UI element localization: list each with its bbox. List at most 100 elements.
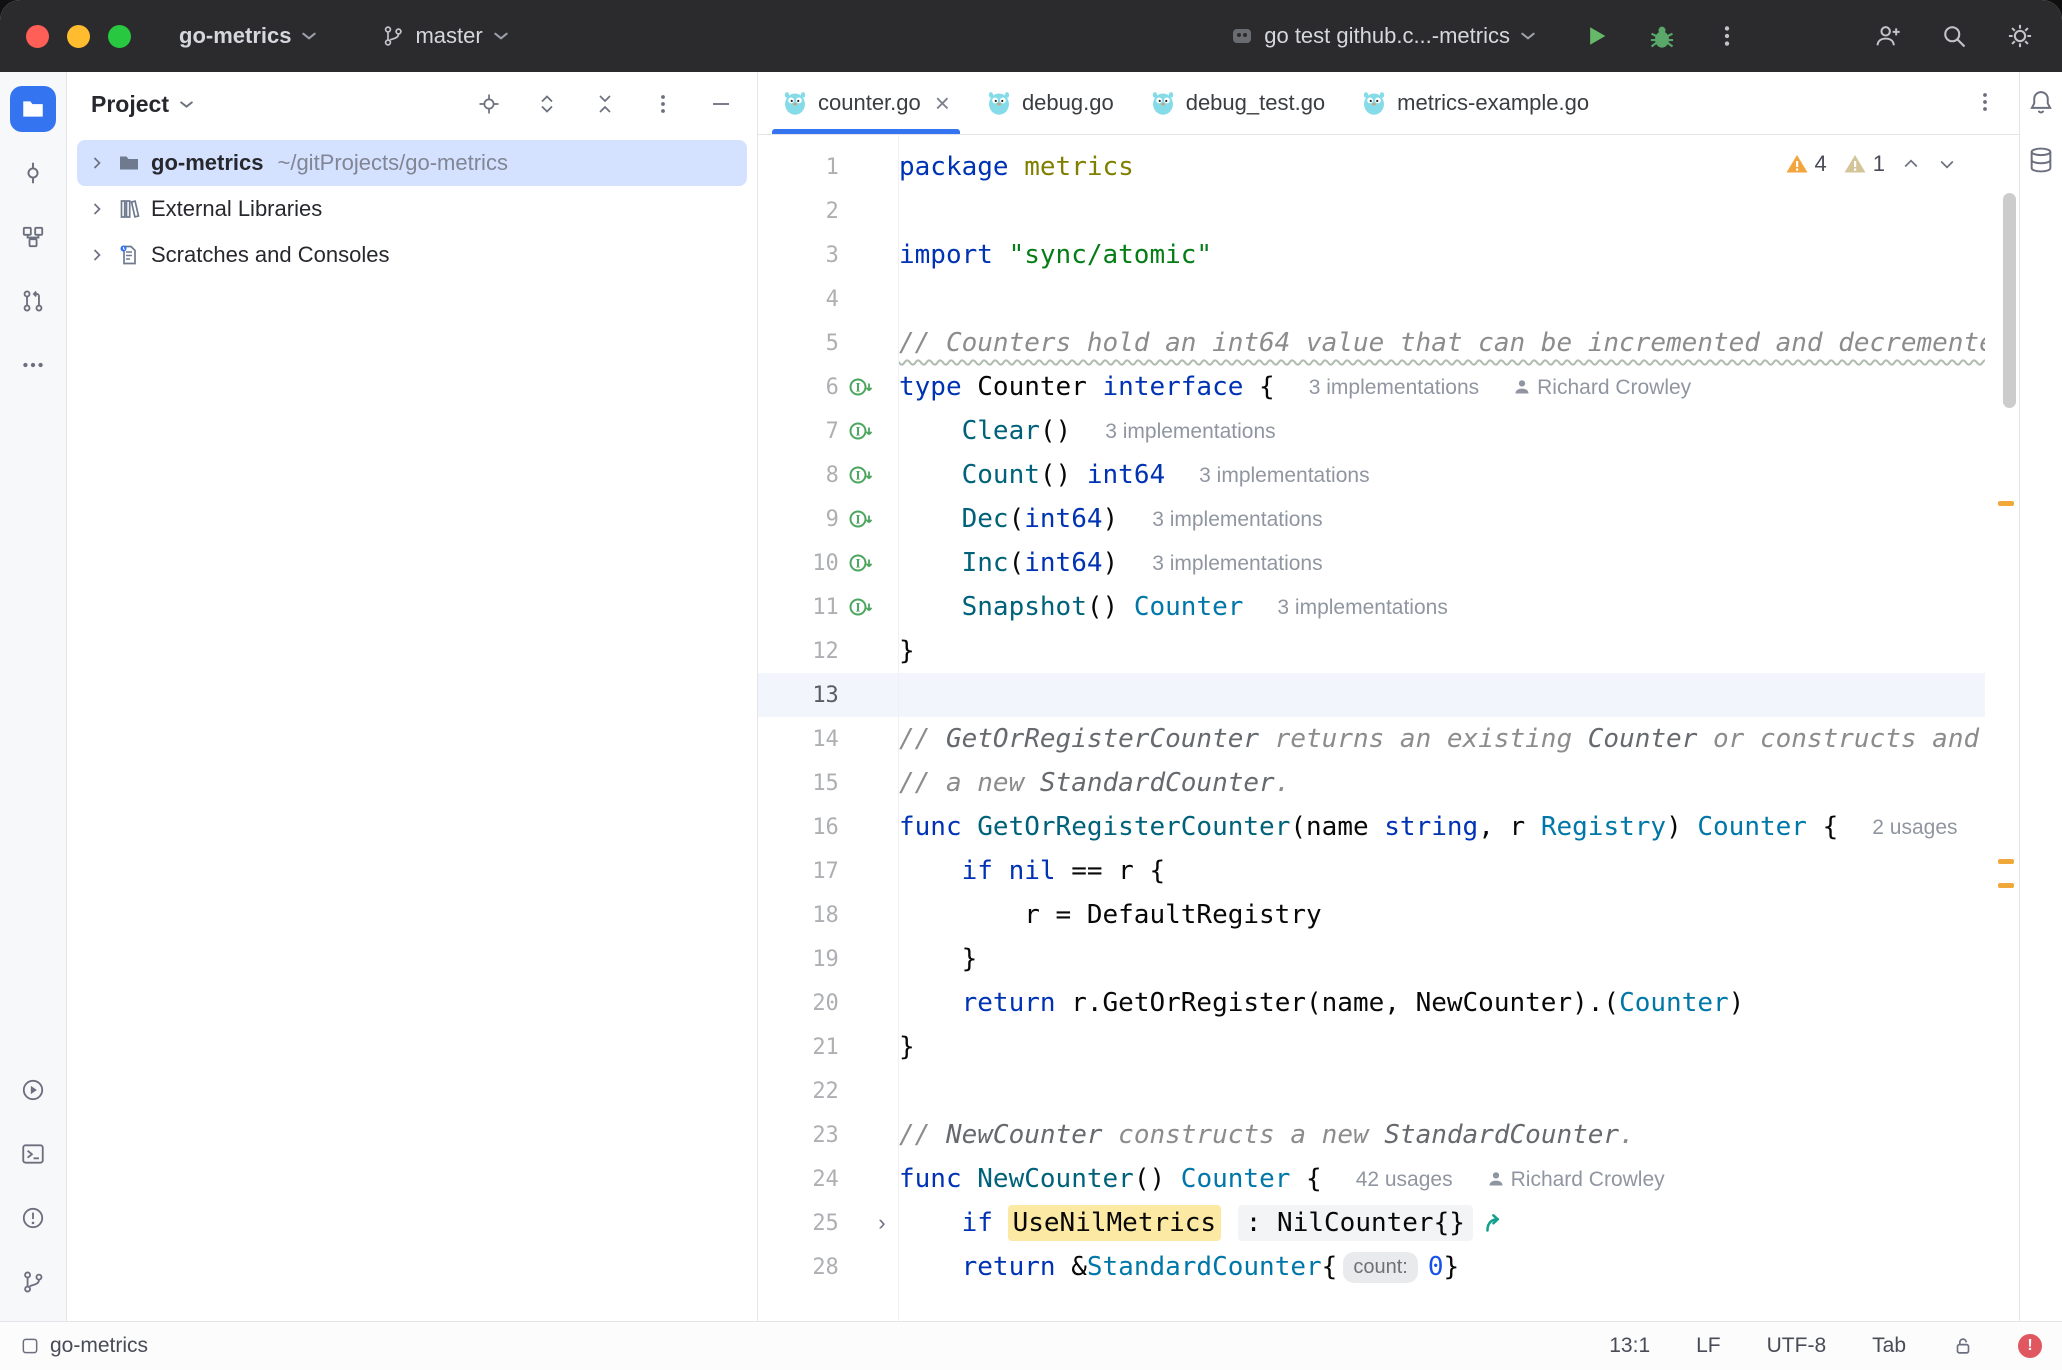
code-line[interactable]: Snapshot() Counter3 implementations — [899, 585, 1985, 629]
implementations-inlay-hint[interactable]: 3 implementations — [1309, 376, 1479, 399]
line-number[interactable]: 25 — [758, 1211, 843, 1236]
line-number[interactable]: 14 — [758, 727, 843, 752]
line-number[interactable]: 15 — [758, 771, 843, 796]
expand-all-button[interactable] — [531, 88, 563, 120]
status-project-widget[interactable]: go-metrics — [20, 1334, 148, 1358]
settings-button[interactable] — [2000, 16, 2040, 56]
code-line[interactable]: Inc(int64)3 implementations — [899, 541, 1985, 585]
line-number[interactable]: 5 — [758, 331, 843, 356]
line-number[interactable]: 3 — [758, 243, 843, 268]
close-tab-icon[interactable]: × — [935, 90, 950, 116]
tree-item-external-libraries[interactable]: External Libraries — [77, 186, 747, 232]
line-number[interactable]: 21 — [758, 1035, 843, 1060]
chevron-right-icon[interactable] — [87, 199, 107, 219]
code-area[interactable]: package metricsimport "sync/atomic"// Co… — [899, 135, 1985, 1321]
line-number[interactable]: 18 — [758, 903, 843, 928]
code-line[interactable]: // Counters hold an int64 value that can… — [899, 321, 1985, 365]
tab-counter-go[interactable]: counter.go × — [764, 72, 968, 134]
tab-debug-go[interactable]: debug.go — [968, 72, 1132, 134]
author-inlay-hint[interactable]: Richard Crowley — [1487, 1168, 1665, 1191]
tab-metrics-example-go[interactable]: metrics-example.go — [1343, 72, 1607, 134]
line-number[interactable]: 4 — [758, 287, 843, 312]
line-number[interactable]: 22 — [758, 1079, 843, 1104]
code-line[interactable]: r = DefaultRegistry — [899, 893, 1985, 937]
toolwindow-project-button[interactable] — [10, 86, 56, 132]
implementations-gutter-icon[interactable]: I — [843, 506, 878, 532]
indent-widget[interactable]: Tab — [1870, 1330, 1908, 1362]
code-line[interactable]: } — [899, 937, 1985, 981]
code-line[interactable]: } — [899, 1025, 1985, 1069]
code-with-me-button[interactable] — [1868, 16, 1908, 56]
select-opened-file-button[interactable] — [473, 88, 505, 120]
search-everywhere-button[interactable] — [1934, 16, 1974, 56]
line-number[interactable]: 13 — [758, 683, 843, 708]
project-panel-title[interactable]: Project — [91, 91, 169, 118]
code-line[interactable]: Count() int643 implementations — [899, 453, 1985, 497]
toolwindow-pull-requests-button[interactable] — [10, 278, 56, 324]
line-separator-widget[interactable]: LF — [1694, 1330, 1723, 1362]
notifications-button[interactable] — [2025, 86, 2057, 118]
usages-inlay-hint[interactable]: 2 usages — [1872, 816, 1957, 839]
line-number[interactable]: 16 — [758, 815, 843, 840]
fold-chevron-icon[interactable]: › — [878, 1212, 898, 1234]
previous-problem-icon[interactable] — [1901, 154, 1921, 174]
line-number[interactable]: 12 — [758, 639, 843, 664]
implementations-gutter-icon[interactable]: I — [843, 550, 878, 576]
more-actions-button[interactable] — [1708, 17, 1746, 55]
toolwindow-run-button[interactable] — [10, 1067, 56, 1113]
implementations-inlay-hint[interactable]: 3 implementations — [1152, 508, 1322, 531]
code-line[interactable] — [899, 189, 1985, 233]
debug-button[interactable] — [1642, 16, 1682, 56]
minimize-window-button[interactable] — [67, 25, 90, 48]
warning-stripe-mark[interactable] — [1998, 859, 2014, 864]
implementations-gutter-icon[interactable]: I — [843, 418, 878, 444]
line-number[interactable]: 11 — [758, 595, 843, 620]
weak-warnings-count[interactable]: 1 — [1843, 151, 1885, 177]
error-stripe[interactable] — [1985, 135, 2019, 1321]
code-line[interactable]: import "sync/atomic" — [899, 233, 1985, 277]
toolwindow-problems-button[interactable] — [10, 1195, 56, 1241]
usages-inlay-hint[interactable]: 42 usages — [1356, 1168, 1453, 1191]
tab-debug-test-go[interactable]: debug_test.go — [1132, 72, 1343, 134]
implementations-inlay-hint[interactable]: 3 implementations — [1105, 420, 1275, 443]
project-widget[interactable]: go-metrics — [165, 13, 331, 59]
code-line[interactable]: type Counter interface {3 implementation… — [899, 365, 1985, 409]
line-number[interactable]: 9 — [758, 507, 843, 532]
inspections-widget[interactable]: 4 1 — [1775, 147, 1968, 181]
code-line[interactable]: func NewCounter() Counter {42 usagesRich… — [899, 1157, 1985, 1201]
run-button[interactable] — [1576, 16, 1616, 56]
code-line[interactable]: Dec(int64)3 implementations — [899, 497, 1985, 541]
collapse-all-button[interactable] — [589, 88, 621, 120]
line-number[interactable]: 6 — [758, 375, 843, 400]
line-number[interactable]: 2 — [758, 199, 843, 224]
close-window-button[interactable] — [26, 25, 49, 48]
caret-position-widget[interactable]: 13:1 — [1607, 1330, 1652, 1362]
toolwindow-terminal-button[interactable] — [10, 1131, 56, 1177]
implementations-gutter-icon[interactable]: I — [843, 374, 878, 400]
next-problem-icon[interactable] — [1937, 154, 1957, 174]
code-line[interactable]: func GetOrRegisterCounter(name string, r… — [899, 805, 1985, 849]
line-number[interactable]: 28 — [758, 1255, 843, 1280]
tree-item-scratches[interactable]: Scratches and Consoles — [77, 232, 747, 278]
toolwindow-structure-button[interactable] — [10, 214, 56, 260]
chevron-right-icon[interactable] — [87, 245, 107, 265]
line-number[interactable]: 7 — [758, 419, 843, 444]
hide-panel-button[interactable] — [705, 88, 737, 120]
error-indicator[interactable]: ! — [2018, 1334, 2042, 1358]
code-line[interactable] — [899, 1069, 1985, 1113]
code-line[interactable]: if nil == r { — [899, 849, 1985, 893]
code-line[interactable]: return &StandardCounter{count:0} — [899, 1245, 1985, 1289]
tab-options-button[interactable] — [1967, 84, 2003, 123]
read-only-toggle[interactable] — [1950, 1331, 1976, 1361]
line-number[interactable]: 24 — [758, 1167, 843, 1192]
toolwindow-commit-button[interactable] — [10, 150, 56, 196]
more-tool-windows-button[interactable] — [10, 342, 56, 388]
implementations-gutter-icon[interactable]: I — [843, 594, 878, 620]
panel-options-button[interactable] — [647, 88, 679, 120]
implementations-inlay-hint[interactable]: 3 implementations — [1277, 596, 1447, 619]
tree-item-project-root[interactable]: go-metrics ~/gitProjects/go-metrics — [77, 140, 747, 186]
line-number[interactable]: 19 — [758, 947, 843, 972]
line-number[interactable]: 20 — [758, 991, 843, 1016]
implementations-gutter-icon[interactable]: I — [843, 462, 878, 488]
line-number[interactable]: 10 — [758, 551, 843, 576]
